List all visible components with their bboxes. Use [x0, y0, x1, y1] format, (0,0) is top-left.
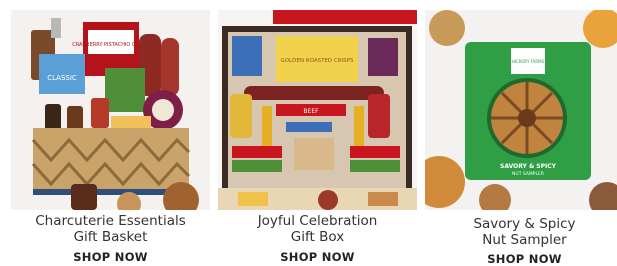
package-label-beef: BEEF: [303, 108, 319, 115]
product-carousel-row: CRANBERRY PISTACHIO CRISPS CLASSIC Charc…: [0, 0, 617, 266]
product-title-line2[interactable]: Nut Sampler: [425, 232, 617, 248]
product-title-line2[interactable]: Gift Box: [218, 229, 417, 245]
charcuterie-basket-image[interactable]: CRANBERRY PISTACHIO CRISPS CLASSIC: [11, 10, 210, 210]
product-card-nut-sampler[interactable]: HICKORY FARMS SAVORY & SPICY NUT SAMPLER…: [425, 0, 617, 266]
product-title-line1[interactable]: Joyful Celebration: [218, 213, 417, 229]
shop-now-link[interactable]: SHOP NOW: [218, 250, 417, 264]
tin-brand-label: HICKORY FARMS: [512, 59, 545, 64]
product-card-celebration[interactable]: GOLDEN ROASTED CRISPS BEEF Joyful Celebr…: [218, 0, 417, 264]
product-title-charcuterie[interactable]: Charcuterie Essentials Gift Basket: [11, 213, 210, 245]
product-title-nut-sampler[interactable]: Savory & Spicy Nut Sampler: [425, 216, 617, 248]
celebration-box-image[interactable]: GOLDEN ROASTED CRISPS BEEF: [218, 10, 417, 210]
product-title-line1[interactable]: Charcuterie Essentials: [11, 213, 210, 229]
tin-subtitle-label: NUT SAMPLER: [512, 171, 544, 177]
product-title-celebration[interactable]: Joyful Celebration Gift Box: [218, 213, 417, 245]
product-card-charcuterie[interactable]: CRANBERRY PISTACHIO CRISPS CLASSIC Charc…: [11, 0, 210, 264]
shop-now-link[interactable]: SHOP NOW: [11, 250, 210, 264]
nut-sampler-image[interactable]: HICKORY FARMS SAVORY & SPICY NUT SAMPLER: [425, 10, 617, 210]
product-title-line1[interactable]: Savory & Spicy: [425, 216, 617, 232]
package-label-classic: CLASSIC: [47, 74, 77, 82]
product-title-line2[interactable]: Gift Basket: [11, 229, 210, 245]
tin-title-label: SAVORY & SPICY: [500, 163, 557, 170]
package-label-golden: GOLDEN ROASTED CRISPS: [281, 58, 354, 64]
package-label-cranberry: CRANBERRY PISTACHIO CRISPS: [72, 42, 150, 48]
